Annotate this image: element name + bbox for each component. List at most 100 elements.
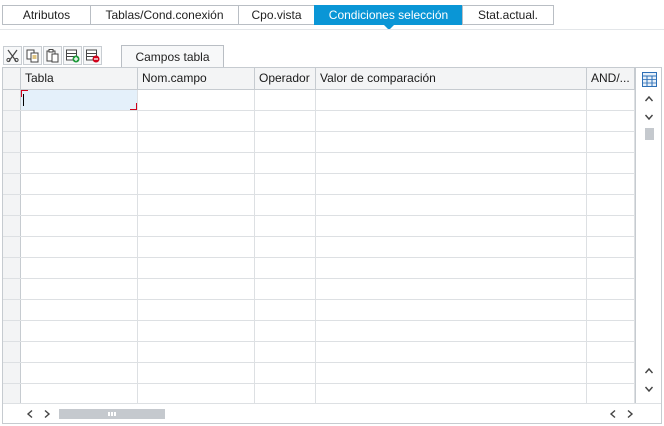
- cell-valor-comparacion[interactable]: [316, 195, 587, 215]
- cell-and-or[interactable]: [587, 132, 635, 152]
- cell-tabla[interactable]: [21, 237, 138, 257]
- row-selector[interactable]: [3, 279, 21, 299]
- chevron-down-icon[interactable]: [644, 112, 654, 122]
- cell-and-or[interactable]: [587, 195, 635, 215]
- cell-nom-campo[interactable]: [138, 321, 255, 341]
- row-selector[interactable]: [3, 321, 21, 341]
- delete-row-button[interactable]: [83, 46, 102, 65]
- row-selector[interactable]: [3, 363, 21, 383]
- cell-operador[interactable]: [255, 321, 316, 341]
- cell-operador[interactable]: [255, 258, 316, 278]
- cell-nom-campo[interactable]: [138, 363, 255, 383]
- copy-button[interactable]: [23, 46, 42, 65]
- cell-operador[interactable]: [255, 195, 316, 215]
- cell-tabla[interactable]: [21, 216, 138, 236]
- cell-and-or[interactable]: [587, 174, 635, 194]
- cell-nom-campo[interactable]: [138, 132, 255, 152]
- cell-tabla[interactable]: [21, 321, 138, 341]
- cell-and-or[interactable]: [587, 384, 635, 404]
- cell-and-or[interactable]: [587, 90, 635, 110]
- cell-valor-comparacion[interactable]: [316, 216, 587, 236]
- insert-row-button[interactable]: [63, 46, 82, 65]
- row-selector[interactable]: [3, 195, 21, 215]
- cell-operador[interactable]: [255, 174, 316, 194]
- cell-nom-campo[interactable]: [138, 195, 255, 215]
- row-selector[interactable]: [3, 111, 21, 131]
- cell-operador[interactable]: [255, 132, 316, 152]
- cell-valor-comparacion[interactable]: [316, 174, 587, 194]
- cell-nom-campo[interactable]: [138, 90, 255, 110]
- vertical-scrollbar[interactable]: [635, 68, 661, 403]
- cell-and-or[interactable]: [587, 300, 635, 320]
- column-header-and-or[interactable]: AND/...: [587, 68, 635, 89]
- cell-and-or[interactable]: [587, 237, 635, 257]
- column-settings-button[interactable]: [642, 72, 657, 87]
- cell-tabla[interactable]: [21, 153, 138, 173]
- cell-valor-comparacion[interactable]: [316, 237, 587, 257]
- row-selector[interactable]: [3, 258, 21, 278]
- cell-nom-campo[interactable]: [138, 300, 255, 320]
- chevron-left-icon[interactable]: [608, 409, 618, 419]
- row-selector[interactable]: [3, 90, 21, 110]
- cell-tabla[interactable]: [21, 90, 138, 110]
- cell-nom-campo[interactable]: [138, 342, 255, 362]
- row-selector[interactable]: [3, 174, 21, 194]
- row-selector[interactable]: [3, 237, 21, 257]
- cell-valor-comparacion[interactable]: [316, 111, 587, 131]
- chevron-right-icon[interactable]: [625, 409, 635, 419]
- cell-and-or[interactable]: [587, 321, 635, 341]
- cell-and-or[interactable]: [587, 363, 635, 383]
- cell-nom-campo[interactable]: [138, 279, 255, 299]
- cell-tabla[interactable]: [21, 111, 138, 131]
- cell-valor-comparacion[interactable]: [316, 258, 587, 278]
- cell-nom-campo[interactable]: [138, 258, 255, 278]
- cell-valor-comparacion[interactable]: [316, 132, 587, 152]
- cell-valor-comparacion[interactable]: [316, 300, 587, 320]
- column-header-valor-comparacion[interactable]: Valor de comparación: [316, 68, 587, 89]
- cell-valor-comparacion[interactable]: [316, 279, 587, 299]
- cell-tabla[interactable]: [21, 342, 138, 362]
- cell-valor-comparacion[interactable]: [316, 363, 587, 383]
- cell-and-or[interactable]: [587, 216, 635, 236]
- row-selector[interactable]: [3, 384, 21, 404]
- cell-operador[interactable]: [255, 384, 316, 404]
- cell-valor-comparacion[interactable]: [316, 321, 587, 341]
- cell-valor-comparacion[interactable]: [316, 384, 587, 404]
- tab-tablas-cond-conexion[interactable]: Tablas/Cond.conexión: [90, 5, 238, 25]
- tab-stat-actual[interactable]: Stat.actual.: [462, 5, 554, 25]
- cell-operador[interactable]: [255, 300, 316, 320]
- cell-and-or[interactable]: [587, 342, 635, 362]
- cell-and-or[interactable]: [587, 279, 635, 299]
- cell-and-or[interactable]: [587, 153, 635, 173]
- row-selector[interactable]: [3, 153, 21, 173]
- cell-operador[interactable]: [255, 237, 316, 257]
- cell-operador[interactable]: [255, 342, 316, 362]
- chevron-right-icon[interactable]: [42, 409, 52, 419]
- cell-valor-comparacion[interactable]: [316, 153, 587, 173]
- cell-tabla[interactable]: [21, 258, 138, 278]
- tab-atributos[interactable]: Atributos: [2, 5, 90, 25]
- chevron-left-icon[interactable]: [25, 409, 35, 419]
- horizontal-scrollbar[interactable]: [3, 403, 661, 423]
- cell-nom-campo[interactable]: [138, 237, 255, 257]
- cell-tabla[interactable]: [21, 132, 138, 152]
- cell-valor-comparacion[interactable]: [316, 90, 587, 110]
- chevron-down-icon[interactable]: [644, 384, 654, 394]
- cell-and-or[interactable]: [587, 258, 635, 278]
- cell-and-or[interactable]: [587, 111, 635, 131]
- horizontal-scroll-thumb[interactable]: [59, 409, 165, 419]
- column-header-operador[interactable]: Operador: [255, 68, 316, 89]
- chevron-up-icon[interactable]: [644, 366, 654, 376]
- select-all-corner[interactable]: [3, 68, 21, 89]
- cell-nom-campo[interactable]: [138, 384, 255, 404]
- cell-operador[interactable]: [255, 111, 316, 131]
- cell-nom-campo[interactable]: [138, 174, 255, 194]
- cell-tabla[interactable]: [21, 174, 138, 194]
- row-selector[interactable]: [3, 342, 21, 362]
- row-selector[interactable]: [3, 132, 21, 152]
- cell-operador[interactable]: [255, 216, 316, 236]
- paste-button[interactable]: [43, 46, 62, 65]
- cell-nom-campo[interactable]: [138, 216, 255, 236]
- row-selector[interactable]: [3, 300, 21, 320]
- cell-nom-campo[interactable]: [138, 153, 255, 173]
